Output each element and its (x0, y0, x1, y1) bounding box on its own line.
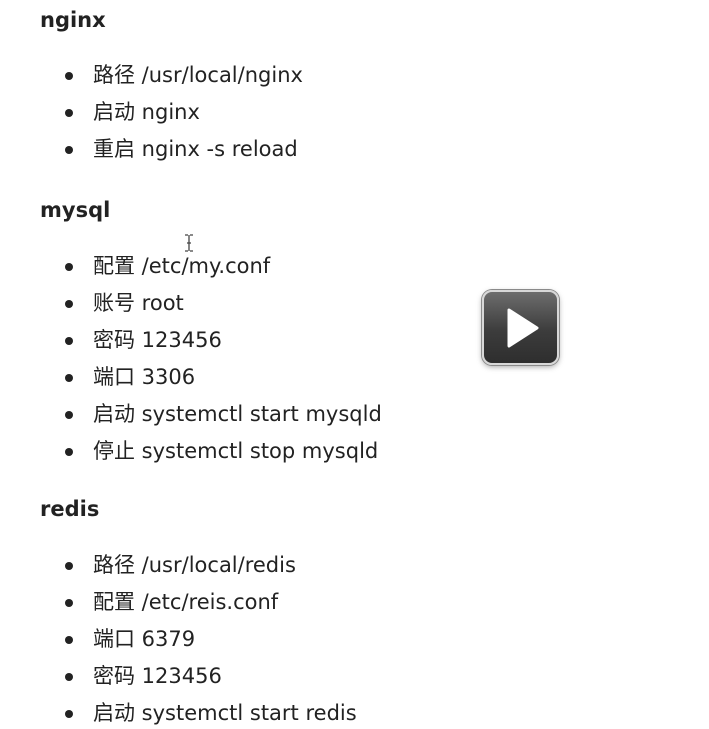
mysql-list: 配置 /etc/my.conf 账号 root 密码 123456 端口 330… (62, 248, 382, 470)
bullet-icon (65, 146, 73, 154)
bullet-icon (65, 636, 73, 644)
bullet-icon (65, 374, 73, 382)
list-item: 端口 6379 (62, 621, 357, 658)
list-item-text: 路径 /usr/local/nginx (93, 63, 303, 87)
list-item-text: 密码 123456 (93, 328, 222, 352)
list-item: 密码 123456 (62, 322, 382, 359)
list-item-text: 启动 nginx (93, 100, 200, 124)
list-item-text: 账号 root (93, 291, 184, 315)
list-item: 配置 /etc/my.conf (62, 248, 382, 285)
list-item-text: 端口 6379 (93, 627, 196, 651)
bullet-icon (65, 411, 73, 419)
list-item: 配置 /etc/reis.conf (62, 584, 357, 621)
list-item-text: 端口 3306 (93, 365, 196, 389)
list-item-text: 配置 /etc/reis.conf (93, 590, 279, 614)
list-item-text: 重启 nginx -s reload (93, 137, 298, 161)
bullet-icon (65, 300, 73, 308)
list-item-text: 路径 /usr/local/redis (93, 553, 296, 577)
bullet-icon (65, 599, 73, 607)
bullet-icon (65, 72, 73, 80)
bullet-icon (65, 562, 73, 570)
list-item: 启动 systemctl start redis (62, 695, 357, 729)
list-item: 密码 123456 (62, 658, 357, 695)
bullet-icon (65, 263, 73, 271)
list-item: 路径 /usr/local/redis (62, 547, 357, 584)
bullet-icon (65, 337, 73, 345)
section-title-mysql: mysql (40, 198, 111, 222)
text-cursor-icon (185, 234, 193, 252)
section-title-nginx: nginx (40, 8, 106, 32)
play-icon (507, 308, 539, 348)
play-button[interactable] (482, 290, 559, 365)
list-item-text: 配置 /etc/my.conf (93, 254, 271, 278)
list-item-text: 停止 systemctl stop mysqld (93, 439, 379, 463)
notes-page: nginx 路径 /usr/local/nginx 启动 nginx 重启 ng… (0, 0, 709, 729)
section-title-redis: redis (40, 497, 100, 521)
list-item: 启动 systemctl start mysqld (62, 396, 382, 433)
list-item: 停止 systemctl stop mysqld (62, 433, 382, 470)
nginx-list: 路径 /usr/local/nginx 启动 nginx 重启 nginx -s… (62, 57, 303, 168)
list-item: 账号 root (62, 285, 382, 322)
list-item-text: 启动 systemctl start redis (93, 701, 357, 725)
bullet-icon (65, 109, 73, 117)
list-item-text: 密码 123456 (93, 664, 222, 688)
bullet-icon (65, 710, 73, 718)
list-item: 端口 3306 (62, 359, 382, 396)
bullet-icon (65, 673, 73, 681)
list-item: 路径 /usr/local/nginx (62, 57, 303, 94)
bullet-icon (65, 448, 73, 456)
list-item-text: 启动 systemctl start mysqld (93, 402, 382, 426)
list-item: 重启 nginx -s reload (62, 131, 303, 168)
redis-list: 路径 /usr/local/redis 配置 /etc/reis.conf 端口… (62, 547, 357, 729)
list-item: 启动 nginx (62, 94, 303, 131)
